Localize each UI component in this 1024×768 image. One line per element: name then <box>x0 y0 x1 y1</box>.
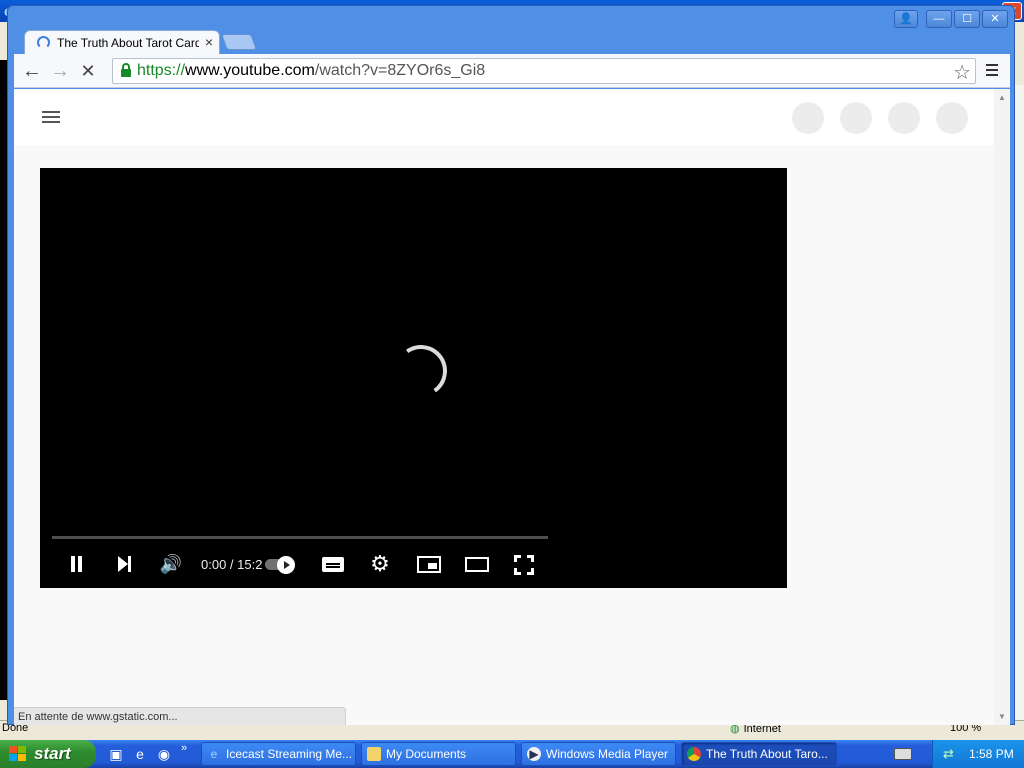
task-label: Icecast Streaming Me... <box>226 747 353 761</box>
chrome-window: 👤 — ☐ ✕ The Truth About Tarot Cards × ← … <box>7 5 1015 725</box>
task-label: Windows Media Player <box>546 747 669 761</box>
task-button[interactable]: My Documents <box>361 742 516 766</box>
bookmark-star-icon[interactable]: ☆ <box>953 60 971 85</box>
tab-strip: The Truth About Tarot Cards × <box>8 28 1014 54</box>
progress-bar[interactable] <box>52 536 548 539</box>
url-path: /watch?v=8ZYOr6s_Gi8 <box>314 62 486 79</box>
chrome-menu-icon[interactable] <box>984 61 1000 79</box>
url-text[interactable]: https://www.youtube.com/watch?v=8ZYOr6s_… <box>137 62 485 80</box>
forward-button[interactable]: → <box>48 59 72 83</box>
vertical-scrollbar[interactable]: ▲ ▼ <box>994 89 1010 725</box>
task-button[interactable]: ▶ Windows Media Player <box>521 742 676 766</box>
pause-icon <box>71 556 82 572</box>
tab-active[interactable]: The Truth About Tarot Cards × <box>24 30 220 54</box>
windows-flag-icon <box>9 746 27 762</box>
clock[interactable]: 1:58 PM <box>969 740 1014 768</box>
start-label: start <box>34 744 71 763</box>
stop-button[interactable]: ✕ <box>76 59 100 83</box>
scroll-down-icon[interactable]: ▼ <box>998 712 1006 721</box>
header-placeholder-icon[interactable] <box>840 102 872 134</box>
autoplay-play-icon <box>277 556 295 574</box>
profile-icon[interactable]: 👤 <box>894 10 918 28</box>
ie-icon: e <box>210 747 218 761</box>
back-button[interactable]: ← <box>20 59 44 83</box>
task-label: The Truth About Taro... <box>706 747 828 761</box>
task-label: My Documents <box>386 747 467 761</box>
maximize-button[interactable]: ☐ <box>954 10 980 28</box>
loading-spinner-icon <box>390 340 452 402</box>
next-button[interactable] <box>110 550 138 578</box>
task-button[interactable]: The Truth About Taro... <box>681 742 837 766</box>
tab-loading-icon <box>37 36 50 49</box>
pause-button[interactable] <box>62 550 90 578</box>
system-tray: ⇄ 1:58 PM <box>932 740 1024 768</box>
start-button[interactable]: start <box>0 740 96 768</box>
folder-icon <box>367 747 381 761</box>
task-button[interactable]: e Icecast Streaming Me... <box>201 742 356 766</box>
miniplayer-icon <box>417 556 441 573</box>
status-bubble: En attente de www.gstatic.com... <box>14 707 346 725</box>
next-icon <box>118 556 131 572</box>
url-scheme: https:// <box>137 62 186 79</box>
theater-mode-button[interactable] <box>462 550 490 578</box>
settings-button[interactable]: ⚙ <box>366 550 394 578</box>
address-bar[interactable]: https://www.youtube.com/watch?v=8ZYOr6s_… <box>112 58 976 84</box>
subtitles-button[interactable] <box>318 550 346 578</box>
subtitles-icon <box>322 557 344 572</box>
header-placeholder-icon[interactable] <box>936 102 968 134</box>
toolbar: ← → ✕ https://www.youtube.com/watch?v=8Z… <box>14 54 1010 88</box>
close-button[interactable]: ✕ <box>982 10 1008 28</box>
media-player-icon: ▶ <box>527 747 541 761</box>
new-tab-button[interactable] <box>221 34 257 50</box>
lock-icon[interactable] <box>121 63 131 77</box>
media-player-quicklaunch-icon[interactable]: ◉ <box>154 744 174 764</box>
minimize-button[interactable]: — <box>926 10 952 28</box>
volume-button[interactable]: 🔊 <box>157 550 185 578</box>
hamburger-menu-icon[interactable] <box>42 111 60 125</box>
youtube-header <box>14 89 994 145</box>
tab-close-icon[interactable]: × <box>205 34 213 50</box>
taskbar: start ▣ e ◉ » e Icecast Streaming Me... … <box>0 740 1024 768</box>
time-display: 0:00 / 15:2 <box>201 557 263 572</box>
miniplayer-button[interactable] <box>414 550 442 578</box>
scroll-up-icon[interactable]: ▲ <box>998 93 1006 102</box>
fullscreen-button[interactable] <box>510 550 538 578</box>
fullscreen-icon <box>514 555 534 575</box>
autoplay-toggle[interactable] <box>265 556 295 574</box>
tab-title: The Truth About Tarot Cards <box>57 36 199 50</box>
chrome-icon <box>687 747 701 761</box>
page-viewport: 🔊 0:00 / 15:2 ⚙ En attente de www.gstati… <box>14 89 1010 725</box>
ie-quicklaunch-icon[interactable]: e <box>130 744 150 764</box>
keyboard-icon[interactable] <box>894 748 912 760</box>
header-placeholder-icon[interactable] <box>888 102 920 134</box>
url-host: www.youtube.com <box>185 62 315 79</box>
show-desktop-icon[interactable]: ▣ <box>106 744 126 764</box>
theater-mode-icon <box>465 557 489 572</box>
network-icon[interactable]: ⇄ <box>943 746 959 762</box>
quicklaunch-more-icon[interactable]: » <box>181 742 187 754</box>
caption-buttons: 👤 — ☐ ✕ <box>894 10 1008 28</box>
header-placeholder-icon[interactable] <box>792 102 824 134</box>
video-player[interactable]: 🔊 0:00 / 15:2 ⚙ <box>40 168 787 588</box>
